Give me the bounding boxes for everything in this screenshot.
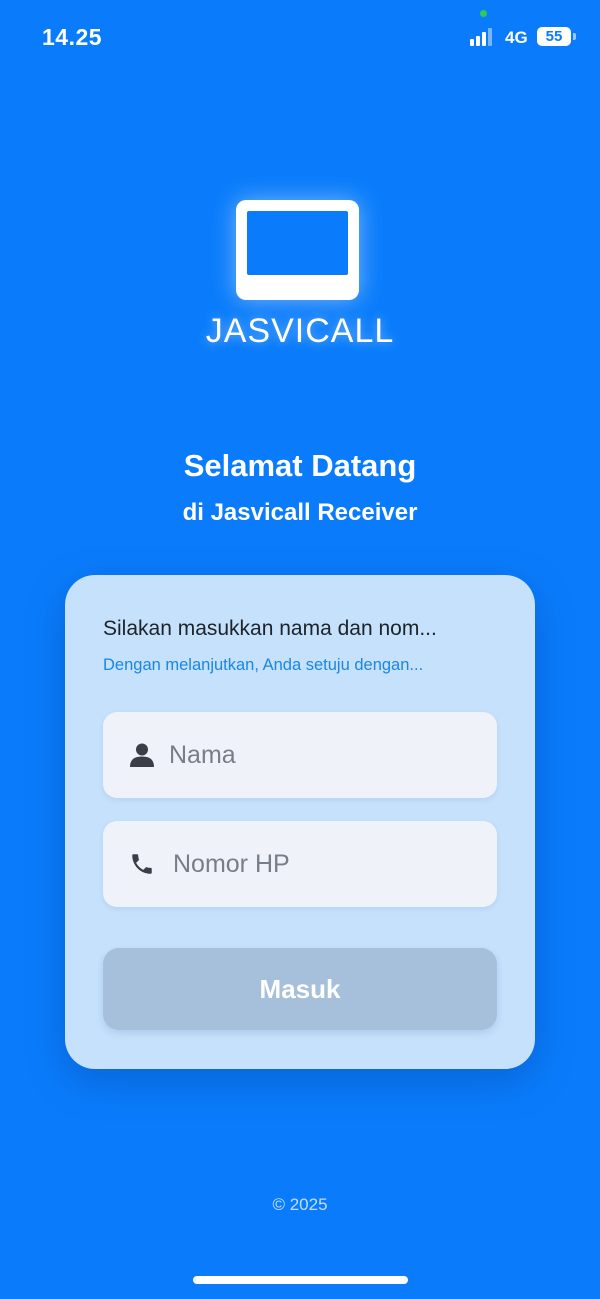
status-time: 14.25 [42,24,103,50]
status-bar: 14.25 4G 55 [0,0,600,76]
welcome-subtitle: di Jasvicall Receiver [182,499,418,526]
phone-icon [129,851,155,877]
monitor-screen-icon [236,200,359,300]
welcome-title: Selamat Datang [183,448,417,483]
battery-tip [573,33,576,40]
home-indicator[interactable] [193,1276,408,1284]
name-field[interactable] [103,712,497,798]
logo-screen [247,211,348,275]
cellular-signal-icon [470,28,496,46]
logo-text: JASVICALL [205,312,395,350]
user-icon [129,742,155,768]
login-button[interactable]: Masuk [103,948,497,1030]
terms-link[interactable]: Dengan melanjutkan, Anda setuju dengan..… [103,656,503,675]
login-card: Silakan masukkan nama dan nom... Dengan … [65,575,535,1069]
instruction-text: Silakan masukkan nama dan nom... [103,617,437,640]
copyright-text: © 2025 [272,1195,328,1214]
name-input[interactable] [169,712,479,798]
phone-field[interactable] [103,821,497,907]
battery-level: 55 [545,28,563,45]
phone-input[interactable] [173,821,483,907]
battery-icon: 55 [537,27,571,46]
camera-indicator-dot [480,10,487,17]
network-type: 4G [505,28,528,47]
